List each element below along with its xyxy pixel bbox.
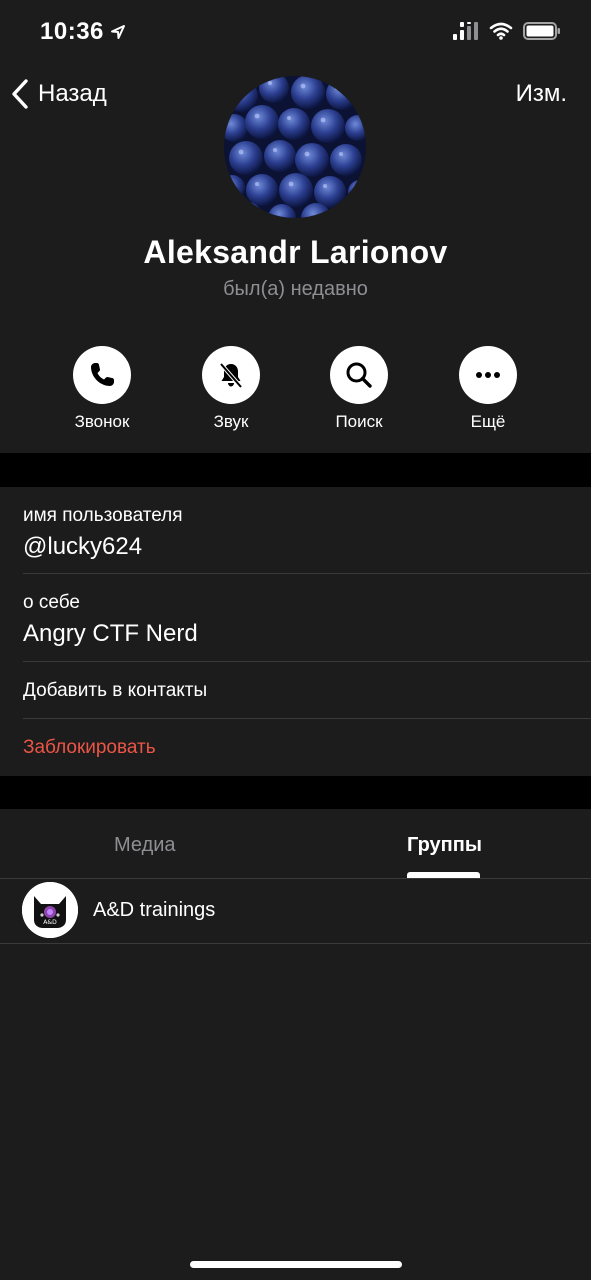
divider xyxy=(23,661,591,662)
status-icons xyxy=(453,22,561,40)
tab-groups[interactable]: Группы xyxy=(407,834,482,857)
location-arrow-icon xyxy=(110,25,125,39)
blueberries-avatar-image xyxy=(224,76,366,218)
cat-logo-icon xyxy=(22,882,78,938)
back-button[interactable]: Назад xyxy=(10,78,107,110)
bell-muted-icon xyxy=(219,362,243,389)
divider xyxy=(23,573,591,574)
battery-icon xyxy=(523,22,560,40)
divider xyxy=(23,718,591,719)
phone-icon xyxy=(91,363,114,386)
tab-media[interactable]: Медиа xyxy=(114,834,176,857)
group-name: A&D trainings xyxy=(93,899,216,921)
more-button-label: Ещё xyxy=(470,412,506,431)
profile-avatar[interactable] xyxy=(224,76,366,218)
profile-name: Aleksandr Larionov xyxy=(143,234,448,270)
group-list-item[interactable]: A&D A&D trainings xyxy=(0,878,591,942)
username-value[interactable]: @lucky624 xyxy=(23,533,591,561)
search-button[interactable]: Поиск xyxy=(304,346,414,432)
search-icon xyxy=(346,362,372,388)
back-label: Назад xyxy=(38,80,107,107)
edit-button[interactable]: Изм. xyxy=(516,80,567,108)
block-button[interactable]: Заблокировать xyxy=(23,737,156,759)
username-label: имя пользователя xyxy=(23,505,183,526)
section-gap xyxy=(0,453,591,487)
home-indicator[interactable] xyxy=(190,1261,402,1268)
sound-button-circle[interactable] xyxy=(202,346,260,404)
profile-status: был(а) недавно xyxy=(223,278,368,300)
group-avatar: A&D xyxy=(22,882,78,938)
more-button-circle[interactable] xyxy=(459,346,517,404)
sound-button[interactable]: Звук xyxy=(176,346,286,432)
add-contact-button[interactable]: Добавить в контакты xyxy=(23,680,207,702)
status-time-text: 10:36 xyxy=(40,18,104,45)
status-time: 10:36 xyxy=(40,18,126,46)
section-gap xyxy=(0,776,591,809)
list-divider xyxy=(0,943,591,944)
bio-value: Angry CTF Nerd xyxy=(23,620,198,647)
more-button[interactable]: Ещё xyxy=(433,346,543,432)
profile-screen: 10:36 Назад Изм. Aleksandr Larionov был(… xyxy=(0,0,591,1280)
call-button-label: Звонок xyxy=(74,412,130,431)
wifi-icon xyxy=(489,22,513,40)
more-dots-icon xyxy=(476,372,500,378)
search-button-label: Поиск xyxy=(335,412,383,431)
status-bar: 10:36 xyxy=(0,0,591,64)
bio-label: о себе xyxy=(23,592,80,613)
cellular-signal-icon xyxy=(453,22,478,40)
search-button-circle[interactable] xyxy=(330,346,388,404)
call-button[interactable]: Звонок xyxy=(47,346,157,432)
group-avatar-text: A&D xyxy=(43,919,57,926)
chevron-left-icon xyxy=(12,79,28,109)
call-button-circle[interactable] xyxy=(73,346,131,404)
username-row[interactable]: имя пользователя @lucky624 xyxy=(23,505,591,561)
bio-row[interactable]: о себе Angry CTF Nerd xyxy=(23,592,591,648)
sound-button-label: Звук xyxy=(213,412,249,431)
